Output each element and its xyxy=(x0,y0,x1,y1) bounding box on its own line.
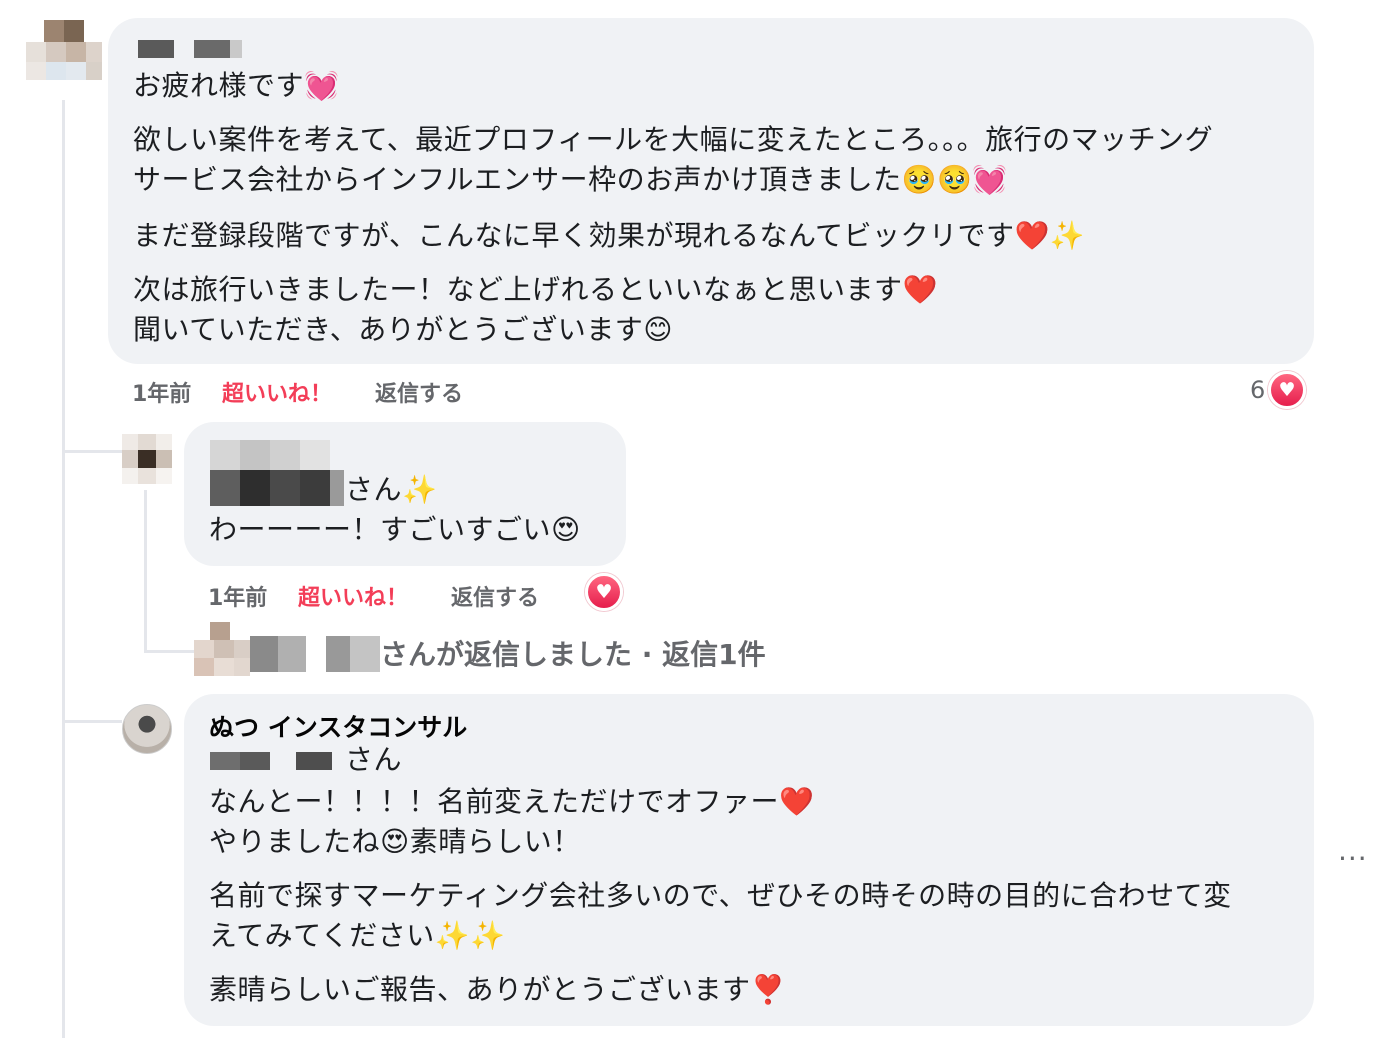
thread-branch xyxy=(62,450,122,453)
avatar[interactable] xyxy=(26,20,102,80)
thread-branch-2 xyxy=(62,720,122,723)
comment-text-line: お疲れ様です💓 xyxy=(133,69,340,102)
thread-line-nested xyxy=(144,490,147,650)
comment-text-line: 名前で探すマーケティング会社多いので、ぜひその時その時の目的に合わせて変 xyxy=(209,879,1232,912)
thread-branch-nested xyxy=(144,650,194,653)
view-replies-link[interactable]: さんが返信しました · 返信1件 xyxy=(380,633,766,673)
avatar[interactable] xyxy=(122,434,172,484)
comment-text-line: なんとー！！！！名前変えただけでオファー❤️ xyxy=(209,785,815,818)
reaction-count[interactable]: 6 xyxy=(1250,376,1265,404)
comment-text-line: えてみてください✨✨ xyxy=(209,919,506,952)
reaction-button[interactable]: 超いいね！ xyxy=(222,376,332,408)
more-options-icon[interactable]: ··· xyxy=(1338,842,1368,875)
comment-text-line: まだ登録段階ですが、こんなに早く効果が現れるなんてビックリです❤️✨ xyxy=(133,219,1086,252)
comment-text-line: さん✨ xyxy=(345,473,438,506)
comment-text-line: さん xyxy=(345,743,403,776)
reply-button[interactable]: 返信する xyxy=(451,580,539,612)
thread-line xyxy=(62,100,65,1038)
comment-text-line: やりましたね😍素晴らしい！ xyxy=(209,825,581,858)
comment-text-line: サービス会社からインフルエンサー枠のお声かけ頂きました🥹🥹💓 xyxy=(133,163,1008,196)
mention-name-blurred[interactable] xyxy=(210,752,340,770)
comment-text-line: 次は旅行いきましたー！など上げれるといいなぁと思います❤️ xyxy=(133,273,938,306)
mention-name-blurred[interactable] xyxy=(210,440,344,506)
comment-text-line: 聞いていただき、ありがとうございます😊 xyxy=(133,313,673,346)
comment-text-line: 欲しい案件を考えて、最近プロフィールを大幅に変えたところ。。。旅行のマッチング xyxy=(133,123,1214,156)
reply-button[interactable]: 返信する xyxy=(375,376,463,408)
avatar[interactable] xyxy=(194,622,250,676)
author-name-blurred[interactable] xyxy=(138,40,248,58)
love-reaction-icon[interactable]: ♥ xyxy=(585,573,623,611)
comment-text-line: わーーーー！すごいすごい😍 xyxy=(209,513,581,546)
love-reaction-icon[interactable]: ♥ xyxy=(1268,371,1306,409)
replier-name-blurred[interactable] xyxy=(250,636,380,672)
reaction-button[interactable]: 超いいね！ xyxy=(298,580,408,612)
comment-text-line: 素晴らしいご報告、ありがとうございます❣️ xyxy=(209,973,786,1006)
comment-thread: お疲れ様です💓 欲しい案件を考えて、最近プロフィールを大幅に変えたところ。。。旅… xyxy=(0,0,1374,1038)
avatar[interactable] xyxy=(122,704,172,754)
timestamp[interactable]: 1年前 xyxy=(132,376,191,408)
author-name[interactable]: ぬつ インスタコンサル xyxy=(209,708,467,744)
timestamp[interactable]: 1年前 xyxy=(208,580,267,612)
